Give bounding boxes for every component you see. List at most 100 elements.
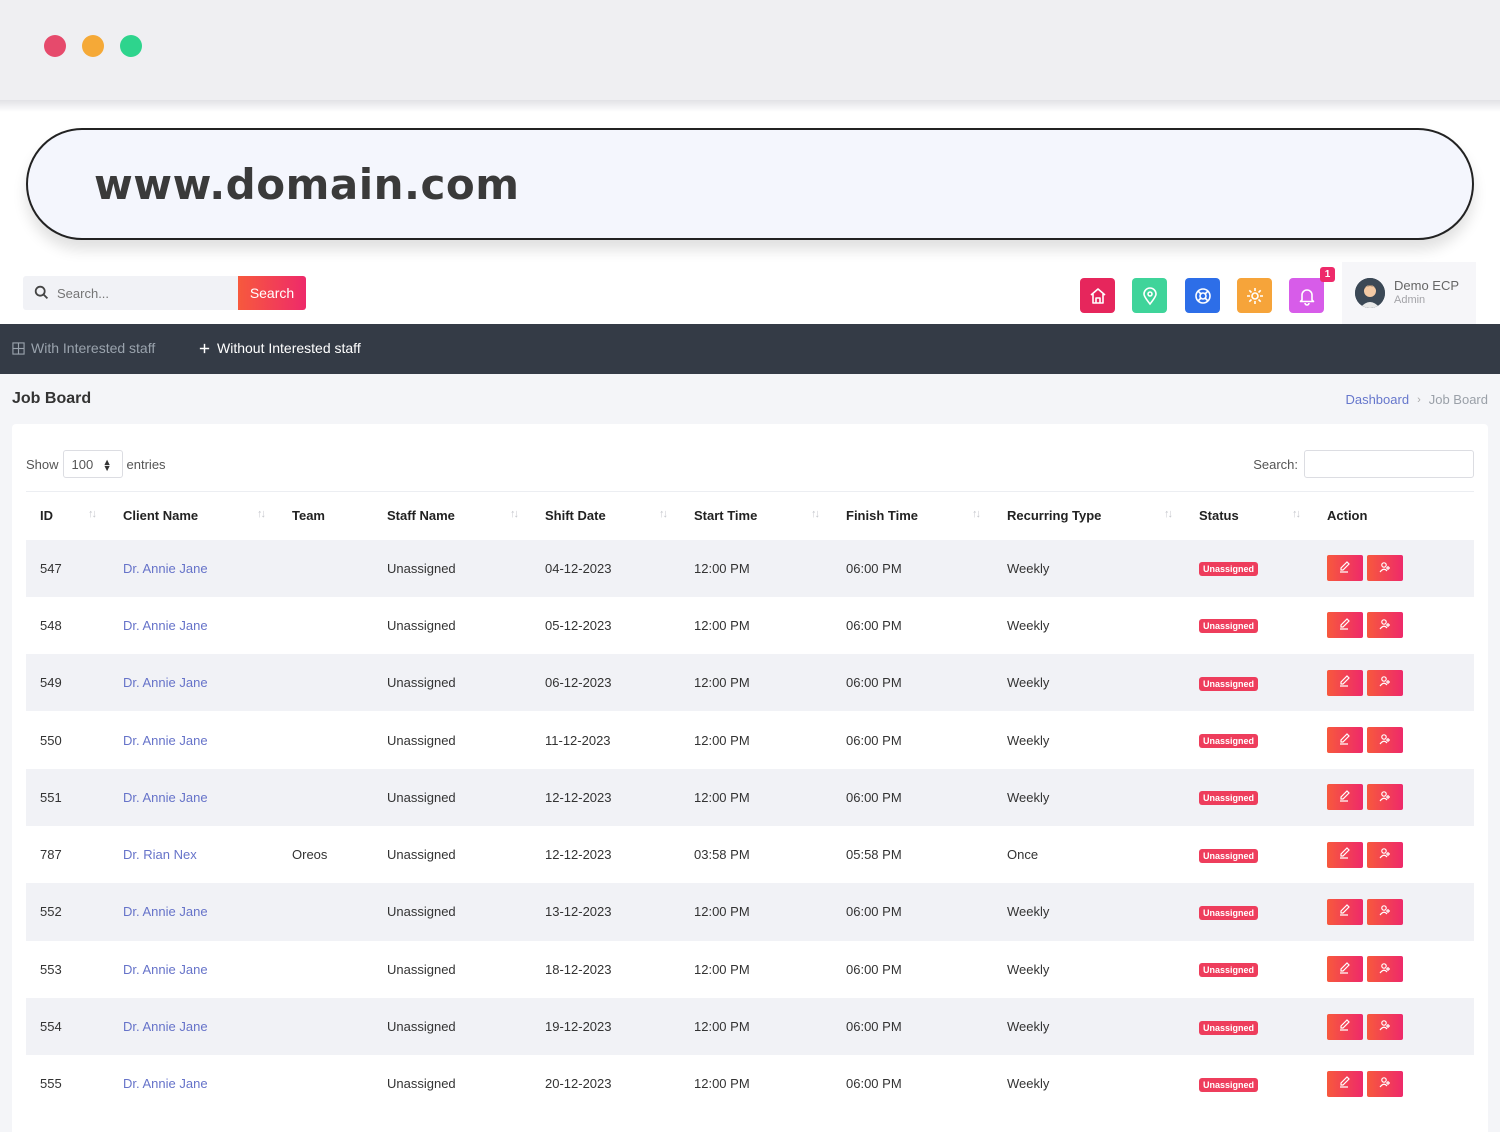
assign-user-icon: [1379, 561, 1391, 576]
edit-button[interactable]: [1327, 1070, 1363, 1097]
location-button[interactable]: [1132, 278, 1167, 313]
edit-button[interactable]: [1327, 956, 1363, 983]
table-search-input[interactable]: [1304, 450, 1474, 478]
assign-user-icon: [1379, 847, 1391, 862]
cell-action: [1313, 654, 1474, 712]
settings-button[interactable]: [1237, 278, 1272, 313]
edit-button[interactable]: [1327, 898, 1363, 925]
cell-finish-time: 06:00 PM: [832, 768, 993, 826]
page-title: Job Board: [12, 390, 92, 407]
table-row: 547 Dr. Annie Jane Unassigned 04-12-2023 12:…: [26, 539, 1474, 597]
column-header-id[interactable]: ID ↑↓: [26, 491, 109, 540]
address-bar[interactable]: www.domain.com: [26, 128, 1474, 240]
assign-staff-button[interactable]: [1367, 784, 1403, 811]
cell-staff-name: Unassigned: [373, 596, 531, 655]
edit-button[interactable]: [1327, 784, 1363, 811]
edit-button[interactable]: [1327, 727, 1363, 754]
column-header-staff-name[interactable]: Staff Name ↑↓: [373, 491, 531, 540]
assign-staff-button[interactable]: [1367, 956, 1403, 983]
client-name-link[interactable]: Dr. Annie Jane: [123, 790, 208, 805]
notifications-button[interactable]: [1289, 278, 1324, 313]
assign-user-icon: [1379, 1076, 1391, 1091]
client-name-link[interactable]: Dr. Rian Nex: [123, 847, 197, 862]
client-name-link[interactable]: Dr. Annie Jane: [123, 675, 208, 690]
assign-staff-button[interactable]: [1367, 669, 1403, 696]
minimize-window-dot[interactable]: [82, 35, 104, 57]
cell-start-time: 12:00 PM: [680, 883, 832, 941]
cell-staff-name: Unassigned: [373, 940, 531, 998]
notification-count-badge: 1: [1320, 267, 1335, 282]
bell-icon: [1299, 288, 1314, 306]
column-header-client-name[interactable]: Client Name ↑↓: [109, 491, 278, 540]
cell-shift-date: 05-12-2023: [531, 596, 680, 655]
status-badge: Unassigned: [1199, 734, 1259, 749]
column-header-recurring-type[interactable]: Recurring Type ↑↓: [993, 491, 1185, 540]
status-badge: Unassigned: [1199, 791, 1259, 806]
breadcrumb-separator-icon: ›: [1417, 393, 1421, 406]
client-name-link[interactable]: Dr. Annie Jane: [123, 904, 208, 919]
edit-button[interactable]: [1327, 555, 1363, 582]
show-entries-control: Show 100 ▲ ▼ entries: [26, 450, 166, 478]
avatar: [1355, 278, 1385, 308]
assign-staff-button[interactable]: [1367, 1070, 1403, 1097]
column-header-finish-time[interactable]: Finish Time ↑↓: [832, 491, 993, 540]
assign-user-icon: [1379, 618, 1391, 633]
assign-staff-button[interactable]: [1367, 841, 1403, 868]
cell-client-name: Dr. Annie Jane: [109, 940, 278, 998]
cell-recurring-type: Weekly: [993, 883, 1185, 941]
client-name-link[interactable]: Dr. Annie Jane: [123, 618, 208, 633]
show-label: Show: [26, 456, 59, 472]
client-name-link[interactable]: Dr. Annie Jane: [123, 1019, 208, 1034]
assign-staff-button[interactable]: [1367, 1013, 1403, 1040]
cell-finish-time: 06:00 PM: [832, 654, 993, 712]
search-icon: [34, 285, 49, 300]
sort-icon: ↑↓: [257, 508, 266, 520]
edit-button[interactable]: [1327, 669, 1363, 696]
job-board-card: Show 100 ▲ ▼ entries Search: ID ↑↓ Client …: [12, 424, 1488, 1144]
breadcrumb-dashboard-link[interactable]: Dashboard: [1345, 392, 1409, 407]
column-header-status[interactable]: Status ↑↓: [1185, 491, 1313, 540]
cell-staff-name: Unassigned: [373, 654, 531, 712]
column-header-start-time[interactable]: Start Time ↑↓: [680, 491, 832, 540]
edit-button[interactable]: [1327, 612, 1363, 639]
client-name-link[interactable]: Dr. Annie Jane: [123, 962, 208, 977]
edit-icon: [1339, 560, 1351, 576]
home-button[interactable]: [1080, 278, 1115, 313]
cell-shift-date: 18-12-2023: [531, 940, 680, 998]
table-row: 554 Dr. Annie Jane Unassigned 19-12-2023 12:…: [26, 997, 1474, 1056]
maximize-window-dot[interactable]: [120, 35, 142, 57]
address-bar-url: www.domain.com: [94, 160, 520, 209]
sort-icon: ↑↓: [1292, 508, 1301, 520]
cell-staff-name: Unassigned: [373, 1055, 531, 1113]
cell-shift-date: 12-12-2023: [531, 768, 680, 826]
client-name-link[interactable]: Dr. Annie Jane: [123, 1076, 208, 1091]
cell-recurring-type: Weekly: [993, 768, 1185, 826]
tab-with-interested-staff[interactable]: With Interested staff: [12, 340, 155, 356]
edit-button[interactable]: [1327, 841, 1363, 868]
header-search-input[interactable]: [57, 276, 237, 310]
search-button[interactable]: Search: [238, 276, 306, 310]
user-menu[interactable]: Demo ECP Admin: [1342, 262, 1476, 324]
cell-action: [1313, 596, 1474, 655]
edit-button[interactable]: [1327, 1013, 1363, 1040]
client-name-link[interactable]: Dr. Annie Jane: [123, 733, 208, 748]
client-name-link[interactable]: Dr. Annie Jane: [123, 561, 208, 576]
cell-team: [278, 1055, 373, 1113]
table-search: Search:: [1253, 450, 1474, 478]
cell-team: Oreos: [278, 825, 373, 884]
job-board-table: ID ↑↓ Client Name ↑↓ Team Staff Name ↑↓ Shi…: [26, 491, 1474, 1113]
entries-select[interactable]: 100 ▲ ▼: [62, 450, 123, 478]
assign-staff-button[interactable]: [1367, 898, 1403, 925]
assign-staff-button[interactable]: [1367, 555, 1403, 582]
assign-staff-button[interactable]: [1367, 727, 1403, 754]
cell-start-time: 12:00 PM: [680, 940, 832, 998]
support-button[interactable]: [1185, 278, 1220, 313]
column-header-shift-date[interactable]: Shift Date ↑↓: [531, 491, 680, 540]
close-window-dot[interactable]: [44, 35, 66, 57]
cell-id: 549: [26, 654, 109, 712]
tab-without-interested-staff[interactable]: Without Interested staff: [198, 340, 361, 356]
cell-action: [1313, 997, 1474, 1056]
assign-staff-button[interactable]: [1367, 612, 1403, 639]
cell-client-name: Dr. Annie Jane: [109, 883, 278, 941]
cell-team: [278, 539, 373, 597]
